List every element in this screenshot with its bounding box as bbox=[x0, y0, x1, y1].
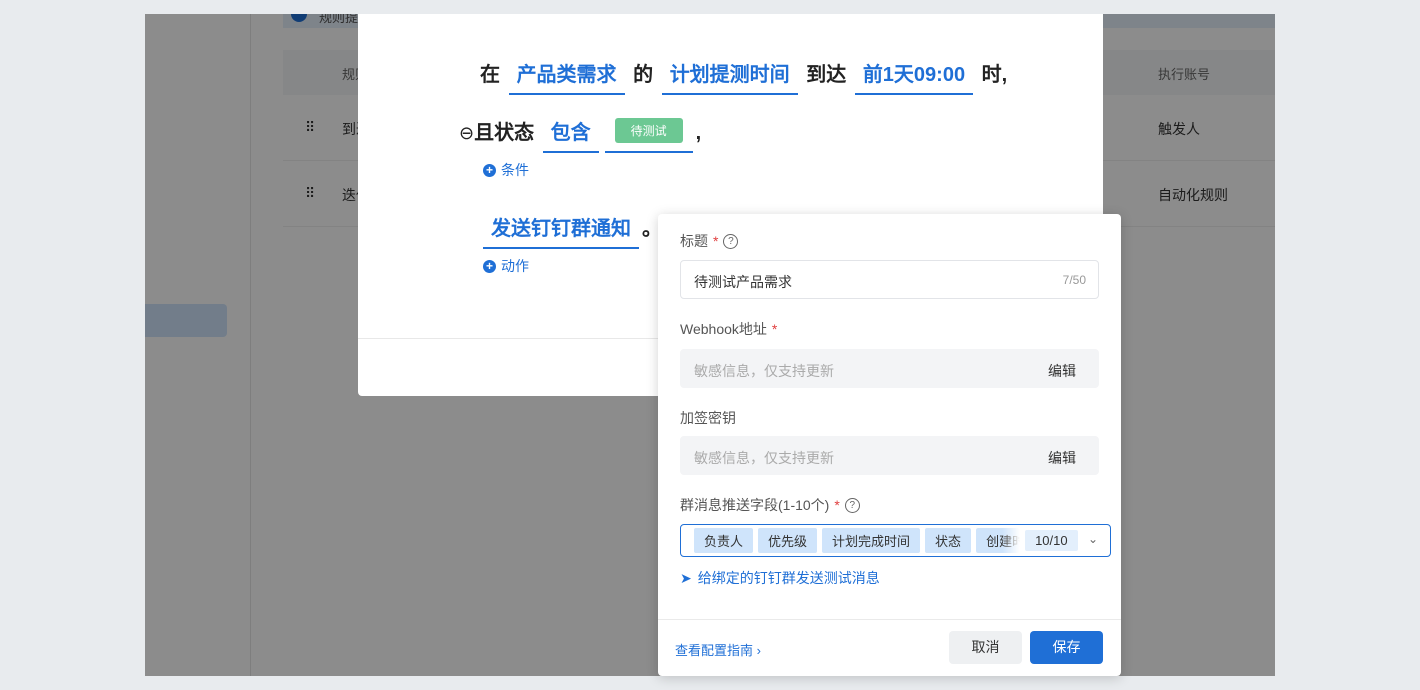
edit-secret-button[interactable]: 编辑 bbox=[1048, 448, 1076, 468]
chevron-down-icon[interactable]: ⌄ bbox=[1088, 532, 1098, 546]
dingtalk-config-popover: 标题 *? 待测试产品需求 7/50 Webhook地址 * 敏感信息，仅支持更新 编辑… bbox=[658, 214, 1121, 676]
plus-icon: + bbox=[483, 259, 496, 273]
field-chip: 状态 bbox=[925, 528, 972, 553]
object-select[interactable]: 产品类需求 bbox=[508, 58, 625, 95]
field-chip: 计划完成时间 bbox=[822, 528, 921, 553]
text: 在 bbox=[480, 64, 500, 86]
cancel-button[interactable]: 取消 bbox=[949, 631, 1022, 664]
help-icon[interactable]: ? bbox=[723, 233, 739, 249]
plus-icon: + bbox=[483, 163, 496, 177]
action-sentence: 发送钉钉群通知。 bbox=[480, 212, 662, 249]
label: 动作 bbox=[501, 258, 529, 274]
operator-select[interactable]: 包含 bbox=[542, 116, 599, 153]
help-icon[interactable]: ? bbox=[844, 497, 860, 513]
condition-sentence: ⊖且状态 包含 待测试, bbox=[459, 116, 701, 153]
time-field-select[interactable]: 计划提测时间 bbox=[661, 58, 798, 95]
char-count: 7/50 bbox=[1062, 273, 1086, 287]
text: 的 bbox=[633, 64, 654, 86]
save-button[interactable]: 保存 bbox=[1030, 631, 1103, 664]
title-input[interactable]: 待测试产品需求 7/50 bbox=[680, 260, 1099, 299]
fields-multiselect[interactable]: 负责人 优先级 计划完成时间 状态 创建时间 10/10 ⌄ bbox=[680, 524, 1111, 557]
field-chip: 负责人 bbox=[694, 528, 754, 553]
webhook-label: Webhook地址 * bbox=[680, 321, 778, 337]
edit-webhook-button[interactable]: 编辑 bbox=[1048, 361, 1076, 381]
field-chip: 优先级 bbox=[758, 528, 818, 553]
text: 且状态 bbox=[474, 122, 535, 144]
label: 条件 bbox=[501, 162, 529, 178]
selected-count: 10/10 bbox=[1025, 530, 1078, 551]
field-chip: 创建时间 bbox=[976, 528, 1021, 553]
add-action-button[interactable]: + 动作 bbox=[483, 256, 529, 276]
send-test-message-link[interactable]: ➤ 给绑定的钉钉群发送测试消息 bbox=[680, 568, 880, 588]
title-label: 标题 *? bbox=[680, 231, 739, 251]
webhook-input[interactable]: 敏感信息，仅支持更新 编辑 bbox=[680, 349, 1099, 388]
fields-label: 群消息推送字段(1-10个) *? bbox=[680, 495, 860, 515]
text: , bbox=[695, 122, 702, 144]
secret-label: 加签密钥 bbox=[680, 410, 736, 426]
offset-select[interactable]: 前1天09:00 bbox=[854, 58, 974, 95]
paper-plane-icon: ➤ bbox=[680, 569, 692, 586]
action-select[interactable]: 发送钉钉群通知 bbox=[483, 212, 639, 249]
remove-condition-icon[interactable]: ⊖ bbox=[459, 123, 474, 143]
add-condition-button[interactable]: + 条件 bbox=[483, 160, 529, 180]
config-guide-link[interactable]: 查看配置指南 › bbox=[675, 640, 761, 659]
text: 时, bbox=[981, 64, 1008, 86]
divider bbox=[658, 619, 1121, 620]
status-tag: 待测试 bbox=[614, 118, 683, 143]
text: 到达 bbox=[806, 64, 847, 86]
trigger-sentence: 在 产品类需求 的 计划提测时间 到达 前1天09:00 时, bbox=[480, 58, 1007, 95]
status-value-select[interactable]: 待测试 bbox=[604, 118, 693, 153]
secret-input[interactable]: 敏感信息，仅支持更新 编辑 bbox=[680, 436, 1099, 475]
